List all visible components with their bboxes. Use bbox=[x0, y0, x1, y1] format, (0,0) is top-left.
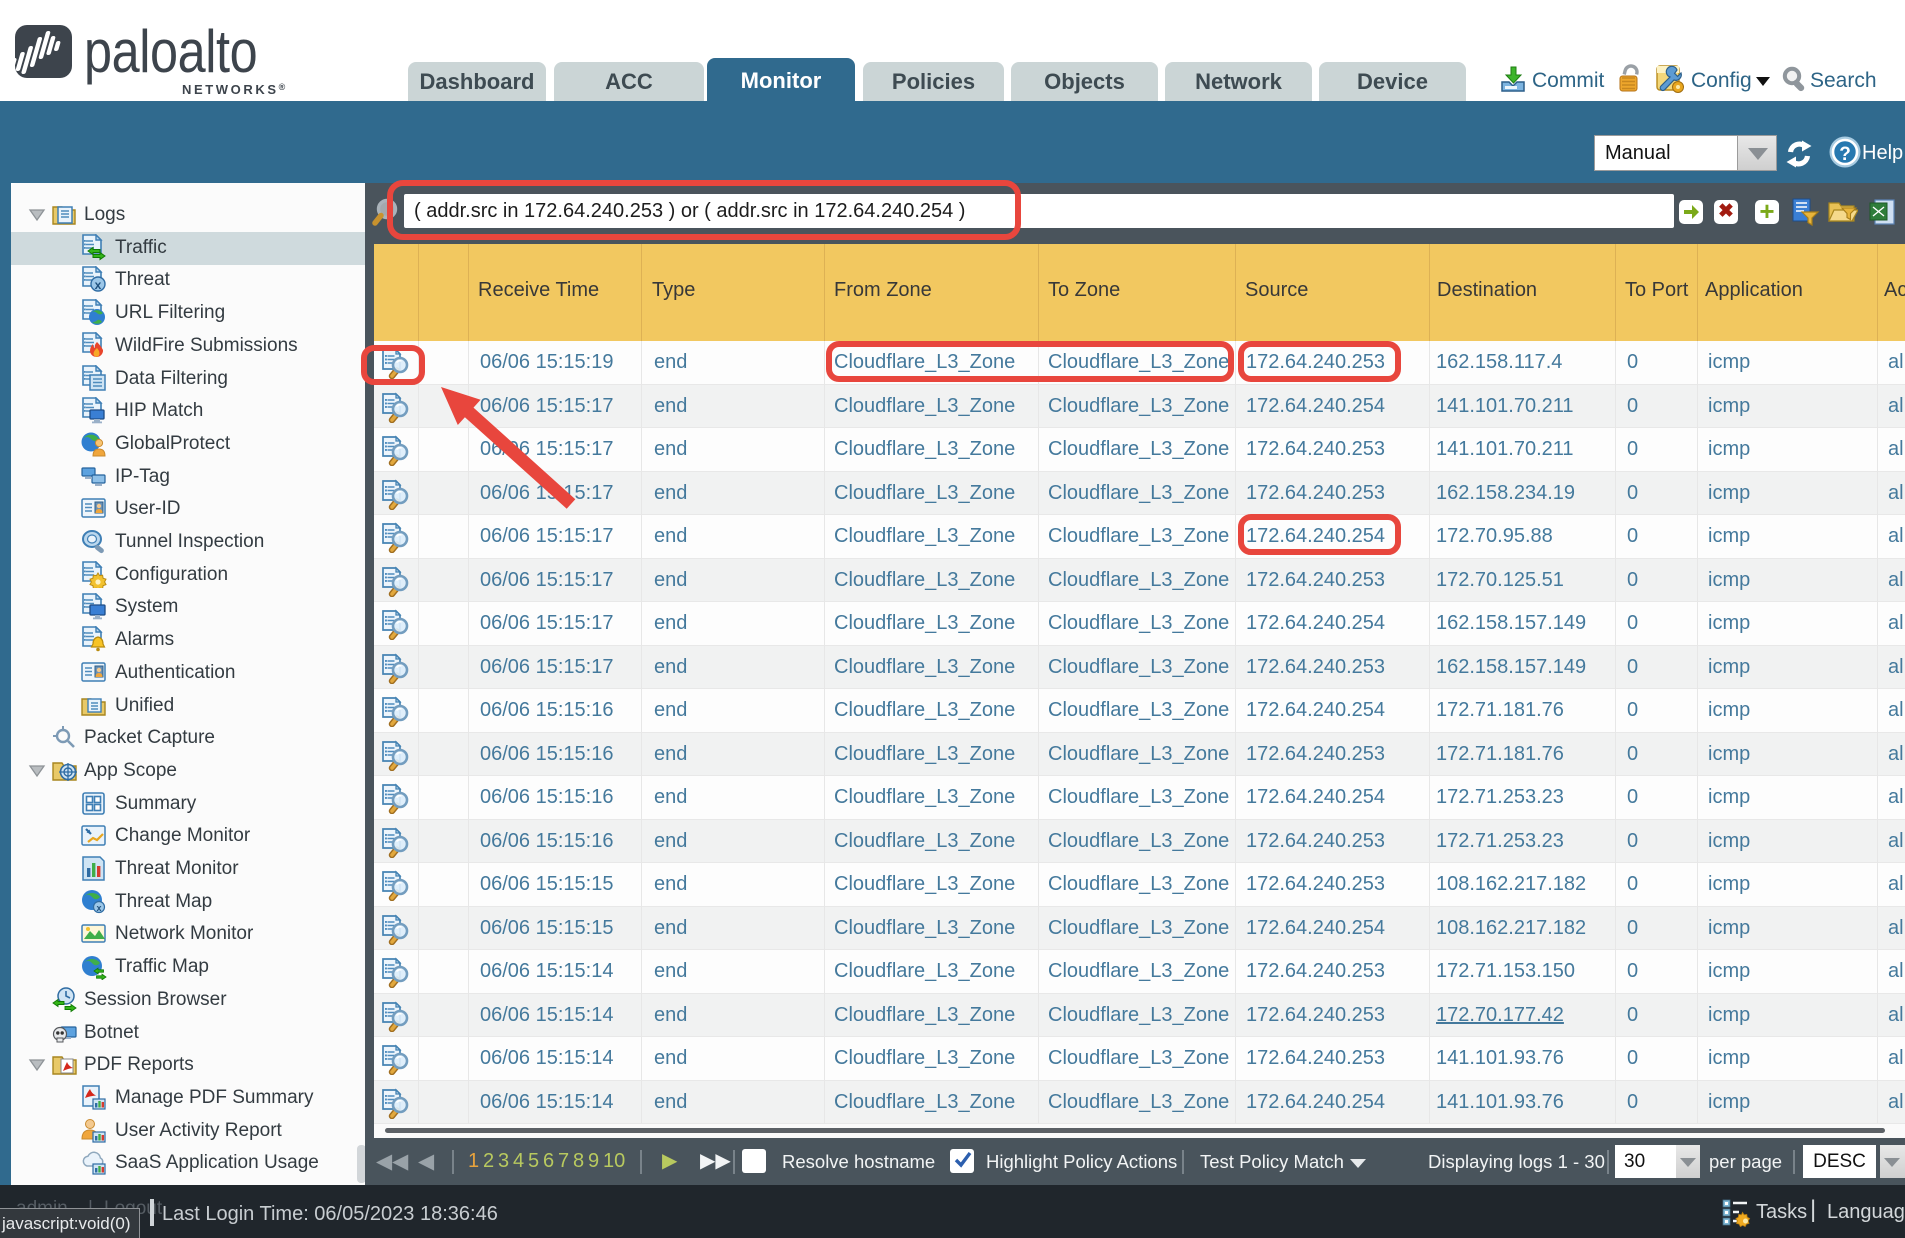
svg-text:?: ? bbox=[1839, 144, 1851, 165]
svg-text:x: x bbox=[96, 903, 101, 913]
svg-text:x: x bbox=[95, 278, 102, 292]
